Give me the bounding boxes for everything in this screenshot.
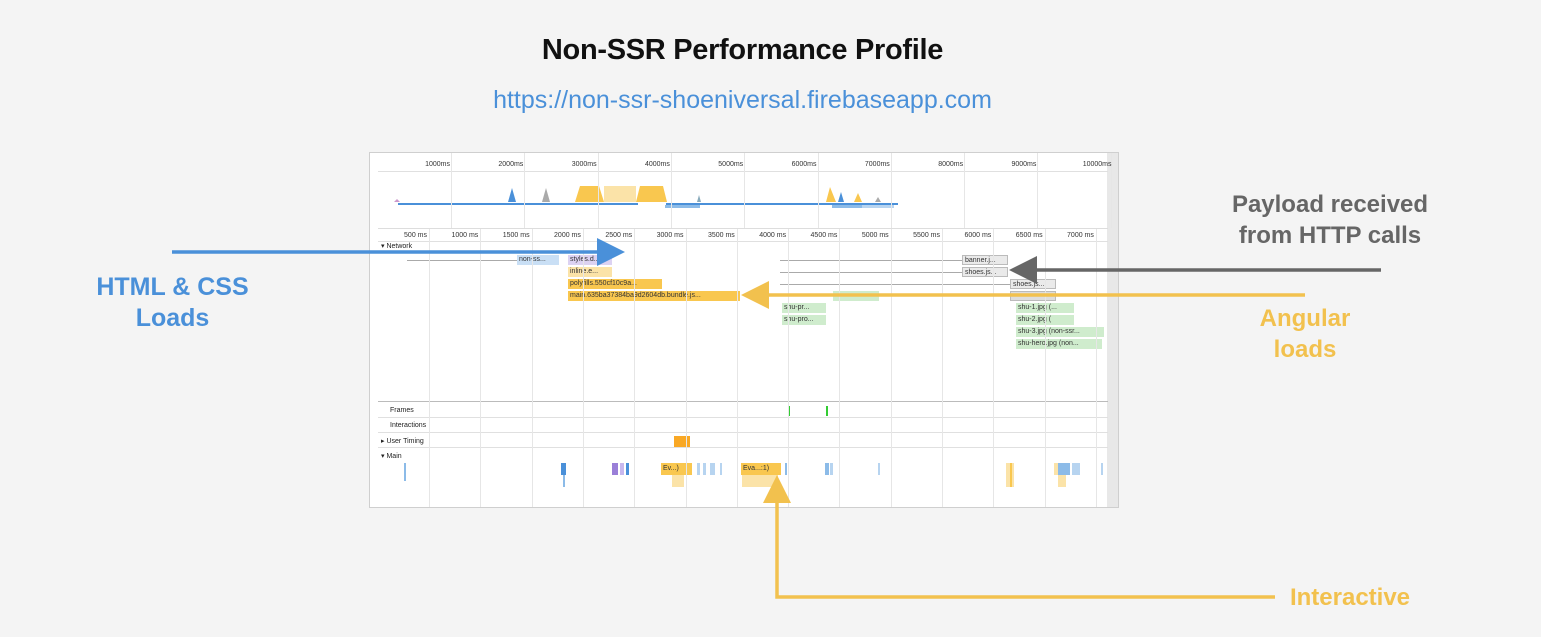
interactive-arrow — [763, 475, 1275, 599]
annotation-arrows — [172, 238, 1381, 599]
